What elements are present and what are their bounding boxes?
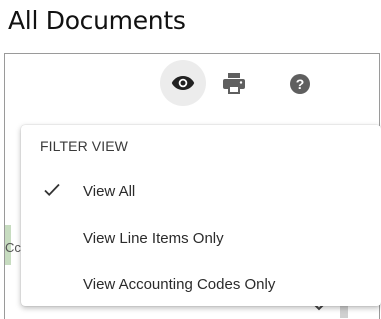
menu-header: FILTER VIEW — [40, 138, 128, 154]
eye-icon — [171, 76, 195, 90]
print-button[interactable] — [222, 72, 246, 94]
menu-item-view-line-items[interactable]: View Line Items Only — [21, 220, 381, 256]
menu-item-view-accounting-codes[interactable]: View Accounting Codes Only — [21, 266, 381, 302]
menu-item-label: View Line Items Only — [83, 229, 224, 247]
help-button[interactable]: ? — [289, 73, 311, 95]
filter-view-menu: FILTER VIEW View All View Line Items Onl… — [21, 125, 381, 306]
printer-icon — [223, 72, 245, 94]
filter-view-button[interactable] — [160, 60, 206, 106]
background-clipped-text: Cc — [5, 240, 21, 255]
menu-item-view-all[interactable]: View All — [21, 173, 381, 209]
page-title: All Documents — [8, 6, 186, 35]
svg-text:?: ? — [296, 76, 305, 92]
help-icon: ? — [290, 74, 310, 94]
menu-item-label: View All — [83, 182, 136, 200]
checkmark-icon — [44, 183, 60, 202]
menu-item-label: View Accounting Codes Only — [83, 275, 276, 293]
